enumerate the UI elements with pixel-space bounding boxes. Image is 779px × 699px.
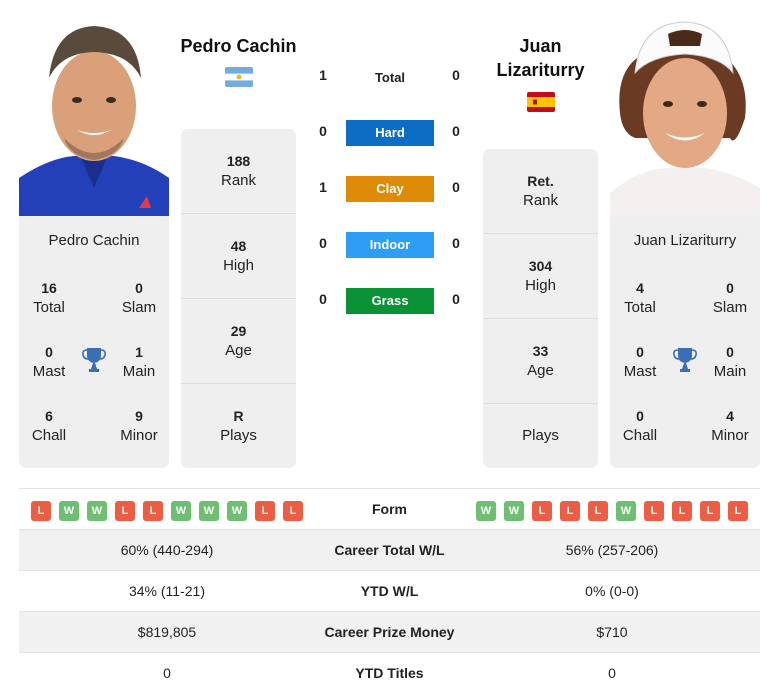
h2h-grass-p1: 0 — [319, 291, 327, 307]
player1-titles-main: 1 Main — [122, 344, 156, 380]
player1-ytd-wl: 34% (11-21) — [128, 583, 205, 599]
player1-form-badge-loss[interactable]: L — [31, 501, 51, 521]
player1-titles-chall: 6 Chall — [31, 408, 67, 444]
player2-ytd-titles: 0 — [608, 665, 616, 681]
player1-form-badge-win[interactable]: W — [59, 501, 79, 521]
comparison-row-ytd-titles: 0 YTD Titles 0 — [19, 653, 760, 694]
player1-titles-card: Pedro Cachin 16 Total 0 Slam 0 Mast 1 Ma… — [19, 216, 169, 468]
surface-grass-badge[interactable]: Grass — [346, 288, 434, 314]
player2-name-line1: Juan — [519, 36, 562, 56]
player2-high: 304 High — [483, 234, 598, 319]
player2-titles-mast: 0 Mast — [623, 344, 657, 380]
h2h-hard-p2: 0 — [452, 123, 460, 139]
player2-form-badge-win[interactable]: W — [616, 501, 636, 521]
player1-info-card: 188 Rank 48 High 29 Age R Plays — [181, 129, 296, 468]
player1-card-name[interactable]: Pedro Cachin — [19, 232, 169, 249]
trophy-icon — [673, 347, 697, 373]
player2-form-badge-loss[interactable]: L — [532, 501, 552, 521]
player2-form-badge-win[interactable]: W — [476, 501, 496, 521]
player1-high: 48 High — [181, 214, 296, 299]
player1-age: 29 Age — [181, 299, 296, 384]
surface-clay-badge[interactable]: Clay — [346, 176, 434, 202]
spain-flag-icon — [527, 92, 555, 112]
player2-ytd-wl: 0% (0-0) — [585, 583, 639, 599]
player2-form-badge-loss[interactable]: L — [644, 501, 664, 521]
career-wl-label: Career Total W/L — [334, 542, 445, 558]
player2-titles-slam: 0 Slam — [712, 280, 748, 316]
player1-rank: 188 Rank — [181, 129, 296, 214]
player1-form-badge-loss[interactable]: L — [115, 501, 135, 521]
player1-form-badge-win[interactable]: W — [199, 501, 219, 521]
player1-plays: R Plays — [220, 408, 257, 444]
h2h-clay-p2: 0 — [452, 179, 460, 195]
argentina-flag-icon — [225, 67, 253, 87]
player2-titles-card: Juan Lizariturry 4 Total 0 Slam 0 Mast 0… — [610, 216, 760, 468]
form-label: Form — [372, 501, 407, 517]
h2h-total-p2: 0 — [452, 67, 460, 83]
trophy-icon — [82, 347, 106, 373]
ytd-wl-label: YTD W/L — [360, 583, 419, 599]
player2-form-badge-loss[interactable]: L — [672, 501, 692, 521]
h2h-clay-p1: 1 — [319, 179, 327, 195]
player1-name-heading[interactable]: Pedro Cachin — [170, 34, 307, 58]
player1-form-badge-loss[interactable]: L — [283, 501, 303, 521]
h2h-indoor-p2: 0 — [452, 235, 460, 251]
player1-titles-minor: 9 Minor — [120, 408, 158, 444]
h2h-grass-p2: 0 — [452, 291, 460, 307]
player2-info-card: Ret. Rank 304 High 33 Age Plays — [483, 149, 598, 468]
comparison-row-prize-money: $819,805 Career Prize Money $710 — [19, 612, 760, 653]
player1-titles-total: 16 Total — [33, 280, 65, 316]
player2-form-badge-win[interactable]: W — [504, 501, 524, 521]
player1-prize-money: $819,805 — [137, 624, 197, 640]
player2-titles-chall: 0 Chall — [622, 408, 658, 444]
surface-indoor-badge[interactable]: Indoor — [346, 232, 434, 258]
player1-titles-mast: 0 Mast — [32, 344, 66, 380]
player1-form-badge-win[interactable]: W — [87, 501, 107, 521]
player2-titles-main: 0 Main — [713, 344, 747, 380]
form-row: LWWLLWWWLL Form WWLLLWLLLL — [19, 488, 760, 530]
player2-titles-total: 4 Total — [624, 280, 656, 316]
player1-titles-slam: 0 Slam — [121, 280, 157, 316]
player2-titles-minor: 4 Minor — [711, 408, 749, 444]
ytd-titles-label: YTD Titles — [355, 665, 424, 681]
player1-form-badge-loss[interactable]: L — [255, 501, 275, 521]
player1-career-wl: 60% (440-294) — [120, 542, 214, 558]
player2-card-name[interactable]: Juan Lizariturry — [610, 232, 760, 249]
player2-plays: Plays — [522, 427, 559, 444]
player2-age: 33 Age — [483, 319, 598, 404]
player2-rank: Ret. Rank — [483, 149, 598, 234]
player2-career-wl: 56% (257-206) — [565, 542, 659, 558]
player1-photo — [19, 18, 169, 216]
player1-form-badge-win[interactable]: W — [227, 501, 247, 521]
player2-prize-money: $710 — [596, 624, 628, 640]
player2-form-badge-loss[interactable]: L — [560, 501, 580, 521]
h2h-indoor-p1: 0 — [319, 235, 327, 251]
h2h-hard-p1: 0 — [319, 123, 327, 139]
player2-name-line2: Lizariturry — [496, 60, 585, 80]
player2-form-badge-loss[interactable]: L — [588, 501, 608, 521]
comparison-row-ytd-wl: 34% (11-21) YTD W/L 0% (0-0) — [19, 571, 760, 612]
player2-photo — [610, 18, 760, 216]
player2-name-heading[interactable]: Juan Lizariturry — [472, 34, 609, 82]
prize-money-label: Career Prize Money — [324, 624, 455, 640]
h2h-total-label: Total — [374, 70, 406, 85]
player1-form-badge-loss[interactable]: L — [143, 501, 163, 521]
h2h-total-p1: 1 — [319, 67, 327, 83]
comparison-row-career-wl: 60% (440-294) Career Total W/L 56% (257-… — [19, 530, 760, 571]
player2-form-badge-loss[interactable]: L — [700, 501, 720, 521]
player1-ytd-titles: 0 — [163, 665, 171, 681]
player2-form-badge-loss[interactable]: L — [728, 501, 748, 521]
surface-hard-badge[interactable]: Hard — [346, 120, 434, 146]
player1-form-badge-win[interactable]: W — [171, 501, 191, 521]
